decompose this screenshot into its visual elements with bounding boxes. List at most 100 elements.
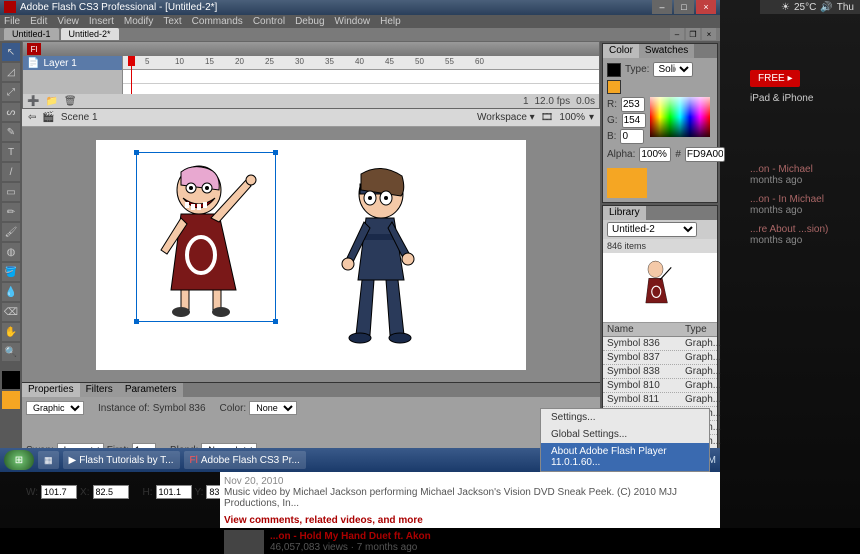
ink-bottle-tool[interactable]: ◍ [2, 243, 20, 261]
free-transform-tool[interactable]: ⤢ [2, 83, 20, 101]
tab-swatches[interactable]: Swatches [639, 44, 694, 58]
menu-view[interactable]: View [57, 16, 79, 27]
day-label: Thu [837, 2, 854, 13]
doc-tab-1[interactable]: Untitled-1 [4, 28, 59, 40]
eyedropper-tool[interactable]: 💧 [2, 283, 20, 301]
frame-ruler[interactable]: 5 10 15 20 25 30 35 40 45 50 55 60 [123, 56, 599, 70]
line-tool[interactable]: / [2, 163, 20, 181]
layer-row[interactable]: 📄 Layer 1 [23, 56, 122, 70]
back-arrow-icon[interactable]: ⇦ [28, 112, 36, 123]
new-layer-icon[interactable]: ➕ [27, 96, 39, 107]
properties-panel: Properties Filters Parameters Graphic In… [22, 382, 600, 452]
menu-insert[interactable]: Insert [89, 16, 114, 27]
fill-color-swatch[interactable] [607, 80, 621, 94]
ctx-settings[interactable]: Settings... [541, 409, 709, 426]
fill-swatch[interactable] [2, 391, 20, 409]
lasso-tool[interactable]: ᔕ [2, 103, 20, 121]
menu-modify[interactable]: Modify [124, 16, 153, 27]
selection-tool[interactable]: ↖ [2, 43, 20, 61]
menu-commands[interactable]: Commands [192, 16, 243, 27]
toolbox: ↖ ◿ ⤢ ᔕ ✎ T / ▭ ✏ 🖌 ◍ 🪣 💧 ⌫ ✋ 🔍 [0, 41, 22, 452]
video-thumbnail[interactable] [224, 530, 264, 554]
doc-close[interactable]: × [702, 28, 716, 40]
zoom-value[interactable]: 100% [559, 112, 585, 123]
fill-type-select[interactable]: Solid [653, 62, 693, 77]
height-input[interactable] [156, 485, 192, 499]
doc-tab-2[interactable]: Untitled-2* [61, 28, 119, 40]
character-1-graphic[interactable] [151, 160, 271, 320]
taskbar-item[interactable]: FlAdobe Flash CS3 Pr... [184, 451, 306, 469]
layer-icon: 📄 [27, 58, 39, 69]
g-input[interactable] [622, 113, 646, 128]
stroke-swatch[interactable] [2, 371, 20, 389]
paint-bucket-tool[interactable]: 🪣 [2, 263, 20, 281]
workspace-dropdown[interactable]: Workspace ▾ [477, 112, 535, 123]
subselection-tool[interactable]: ◿ [2, 63, 20, 81]
text-tool[interactable]: T [2, 143, 20, 161]
tab-color[interactable]: Color [603, 44, 639, 58]
character-2-graphic[interactable] [326, 160, 436, 360]
taskbar-item[interactable]: ▶Flash Tutorials by T... [63, 451, 180, 469]
tab-properties[interactable]: Properties [22, 383, 80, 397]
view-comments-link[interactable]: View comments, related videos, and more [224, 515, 716, 526]
video-title-link[interactable]: ...on - Hold My Hand Duet ft. Akon [270, 531, 431, 542]
menu-window[interactable]: Window [335, 16, 371, 27]
tab-filters[interactable]: Filters [80, 383, 119, 397]
eraser-tool[interactable]: ⌫ [2, 303, 20, 321]
b-input[interactable] [620, 129, 644, 144]
delete-layer-icon[interactable]: 🗑 [64, 96, 77, 107]
rectangle-tool[interactable]: ▭ [2, 183, 20, 201]
library-item[interactable]: Symbol 838Graph... [603, 365, 717, 379]
hand-tool[interactable]: ✋ [2, 323, 20, 341]
frame-area[interactable]: 5 10 15 20 25 30 35 40 45 50 55 60 [123, 56, 599, 94]
instance-kind-select[interactable]: Graphic [26, 401, 84, 415]
ctx-global-settings[interactable]: Global Settings... [541, 426, 709, 443]
new-folder-icon[interactable]: 📁 [45, 96, 57, 107]
x-input[interactable] [93, 485, 129, 499]
alpha-input[interactable] [639, 147, 671, 162]
menu-debug[interactable]: Debug [295, 16, 324, 27]
ctx-about[interactable]: About Adobe Flash Player 11.0.1.60... [541, 443, 709, 471]
menu-help[interactable]: Help [380, 16, 401, 27]
start-button[interactable]: ⊞ [4, 450, 34, 470]
doc-minimize[interactable]: – [670, 28, 684, 40]
hex-input[interactable] [685, 147, 725, 162]
menu-control[interactable]: Control [253, 16, 285, 27]
color-panel: Color Swatches Type:Solid R: G: B: Alp [602, 43, 718, 203]
library-item[interactable]: Symbol 837Graph... [603, 351, 717, 365]
maximize-button[interactable]: □ [674, 0, 694, 14]
zoom-tool[interactable]: 🔍 [2, 343, 20, 361]
stage[interactable] [22, 127, 600, 382]
library-doc-select[interactable]: Untitled-2 [607, 222, 697, 237]
volume-icon[interactable]: 🔊 [820, 2, 832, 13]
library-item[interactable]: Symbol 836Graph... [603, 337, 717, 351]
library-item[interactable]: Symbol 810Graph... [603, 379, 717, 393]
color-mode-select[interactable]: None [249, 401, 297, 415]
brush-tool[interactable]: 🖌 [2, 223, 20, 241]
doc-restore[interactable]: ❐ [686, 28, 700, 40]
weather-icon: ☀ [781, 2, 790, 13]
pen-tool[interactable]: ✎ [2, 123, 20, 141]
menu-file[interactable]: File [4, 16, 20, 27]
quick-launch-icon[interactable]: ▦ [38, 451, 59, 469]
edit-scene-icon[interactable]: 🎞 [541, 112, 554, 123]
minimize-button[interactable]: – [652, 0, 672, 14]
close-button[interactable]: × [696, 0, 716, 14]
r-input[interactable] [621, 97, 645, 112]
fps-display: 12.0 fps [535, 96, 571, 107]
stroke-color-swatch[interactable] [607, 63, 621, 77]
canvas[interactable] [96, 140, 526, 370]
free-button[interactable]: FREE ▸ [750, 70, 800, 87]
titlebar[interactable]: Adobe Flash CS3 Professional - [Untitled… [0, 0, 720, 15]
scene-name[interactable]: Scene 1 [61, 112, 98, 123]
width-input[interactable] [41, 485, 77, 499]
tab-library[interactable]: Library [603, 206, 646, 220]
color-spectrum[interactable] [650, 97, 710, 137]
menu-text[interactable]: Text [163, 16, 181, 27]
zoom-dropdown-icon[interactable]: ▾ [589, 112, 594, 123]
library-item[interactable]: Symbol 811Graph... [603, 393, 717, 407]
menu-edit[interactable]: Edit [30, 16, 47, 27]
pencil-tool[interactable]: ✏ [2, 203, 20, 221]
tab-parameters[interactable]: Parameters [119, 383, 183, 397]
playhead[interactable] [131, 56, 132, 94]
